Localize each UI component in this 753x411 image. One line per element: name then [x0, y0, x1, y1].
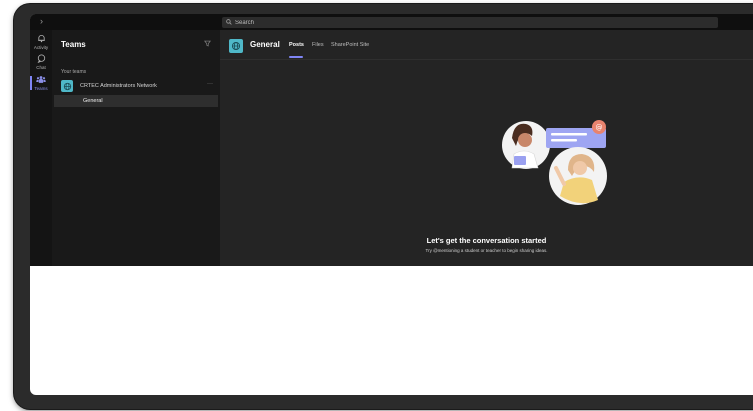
- tab-posts[interactable]: Posts: [289, 42, 304, 48]
- team-avatar-icon: [61, 80, 73, 92]
- rail-label-teams: Teams: [34, 86, 48, 91]
- app-rail: Activity Chat Teams: [30, 30, 52, 266]
- more-options-icon[interactable]: ···: [207, 81, 213, 87]
- conversation-illustration: @: [498, 110, 618, 210]
- channel-main: General Posts Files SharePoint Site @ Le…: [220, 30, 753, 266]
- chat-icon: [30, 54, 52, 65]
- rail-item-activity[interactable]: Activity: [30, 34, 52, 51]
- rail-item-chat[interactable]: Chat: [30, 54, 52, 71]
- tab-files[interactable]: Files: [312, 42, 324, 48]
- channel-title: General: [250, 40, 280, 49]
- screen: › Activity Chat: [30, 14, 753, 395]
- active-tab-indicator: [289, 56, 303, 58]
- team-name: CRTEC Administrators Network: [80, 83, 157, 89]
- chevron-right-icon[interactable]: ›: [40, 16, 43, 26]
- team-item[interactable]: CRTEC Administrators Network ···: [61, 80, 215, 92]
- teams-icon: [30, 75, 52, 86]
- your-teams-label: Your teams: [61, 69, 87, 75]
- rail-item-teams[interactable]: Teams: [30, 75, 52, 92]
- empty-state-title: Let's get the conversation started: [426, 236, 547, 245]
- search-icon: [226, 18, 232, 27]
- panel-title: Teams: [61, 40, 86, 49]
- tab-sharepoint-site[interactable]: SharePoint Site: [331, 42, 369, 48]
- rail-label-chat: Chat: [36, 65, 46, 70]
- teams-panel: Teams Your teams CRTEC Administrators Ne…: [52, 30, 220, 266]
- svg-text:@: @: [596, 124, 603, 132]
- empty-state-subtitle: Try @mentioning a student or teacher to …: [425, 248, 548, 253]
- filter-icon[interactable]: [204, 40, 211, 49]
- top-bar: ›: [30, 14, 753, 30]
- rail-label-activity: Activity: [33, 45, 49, 50]
- channel-header: General Posts Files SharePoint Site: [220, 30, 753, 60]
- bell-icon: [30, 34, 52, 45]
- channel-item-general[interactable]: General: [54, 95, 218, 107]
- channel-avatar-icon: [229, 39, 243, 53]
- teams-app: › Activity Chat: [30, 14, 753, 266]
- search-box[interactable]: [222, 17, 718, 28]
- search-input[interactable]: [235, 19, 435, 26]
